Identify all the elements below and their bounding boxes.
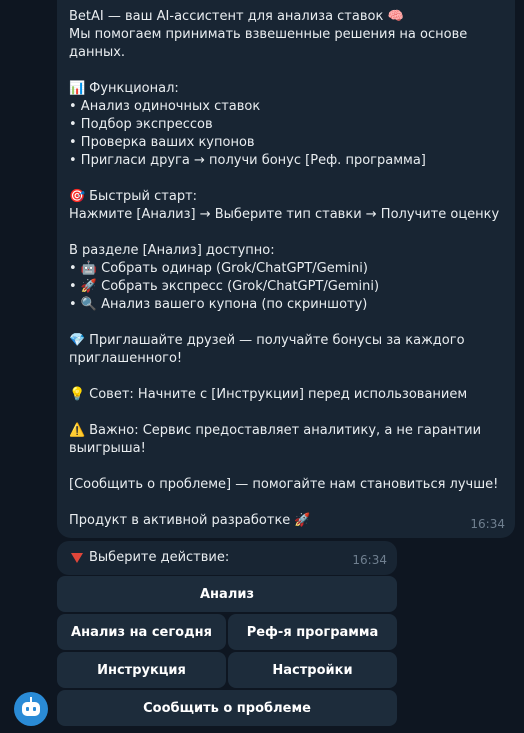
message-line-text: Совет: Начните с [Инструкции] перед испо… <box>89 387 468 402</box>
message-line-text: Мы помогаем принимать взвешенные решения… <box>69 27 468 42</box>
emoji-icon: 🎯 <box>69 189 86 204</box>
message-line: приглашенного! <box>69 350 503 368</box>
message-line: Мы помогаем принимать взвешенные решения… <box>69 26 503 44</box>
message-line-text: • 🚀 Собрать экспресс (Grok/ChatGPT/Gemin… <box>69 279 380 294</box>
message-line-text: Важно: Сервис предоставляет аналитику, а… <box>89 423 482 438</box>
message-line-text: В разделе [Анализ] доступно: <box>69 243 275 258</box>
message-line-text: Приглашайте друзей — получайте бонусы за… <box>89 333 465 348</box>
message-line: [Сообщить о проблеме] — помогайте нам ст… <box>69 476 503 494</box>
message-line: В разделе [Анализ] доступно: <box>69 242 503 260</box>
message-line: • 🤖 Собрать одинар (Grok/ChatGPT/Gemini) <box>69 260 503 278</box>
analysis-today-button[interactable]: Анализ на сегодня <box>57 614 226 650</box>
message-line-text: [Сообщить о проблеме] — помогайте нам ст… <box>69 477 499 492</box>
message-line: BetAI — ваш AI-ассистент для анализа ста… <box>69 8 503 26</box>
prompt-timestamp: 16:34 <box>352 553 387 567</box>
referral-program-button[interactable]: Реф-я программа <box>228 614 397 650</box>
message-line-text: • Пригласи друга → получи бонус [Реф. пр… <box>69 153 426 168</box>
instruction-button[interactable]: Инструкция <box>57 652 226 688</box>
message-line: ⚠️ Важно: Сервис предоставляет аналитику… <box>69 422 503 440</box>
message-line: • Проверка ваших купонов <box>69 134 503 152</box>
red-triangle-icon <box>71 552 83 563</box>
message-line: • 🚀 Собрать экспресс (Grok/ChatGPT/Gemin… <box>69 278 503 296</box>
analysis-button[interactable]: Анализ <box>57 576 397 612</box>
message-line-text: • 🔍 Анализ вашего купона (по скриншоту) <box>69 297 368 312</box>
message-line-text: данных. <box>69 45 126 60</box>
message-line-text: Функционал: <box>89 81 179 96</box>
message-timestamp: 16:34 <box>470 517 505 531</box>
emoji-icon: 💎 <box>69 333 86 348</box>
bot-message-bubble: BetAI — ваш AI-ассистент для анализа ста… <box>57 0 515 538</box>
message-line-text: • Анализ одиночных ставок <box>69 99 261 114</box>
message-line-text: • Подбор экспрессов <box>69 117 213 132</box>
message-line-text: выигрыша! <box>69 441 146 456</box>
message-line: 📊 Функционал: <box>69 80 503 98</box>
message-line: • Пригласи друга → получи бонус [Реф. пр… <box>69 152 503 170</box>
message-line: 💎 Приглашайте друзей — получайте бонусы … <box>69 332 503 350</box>
emoji-icon: ⚠️ <box>69 423 86 438</box>
message-line-text: Продукт в активной разработке 🚀 <box>69 513 311 528</box>
message-line: • 🔍 Анализ вашего купона (по скриншоту) <box>69 296 503 314</box>
message-line: Нажмите [Анализ] → Выберите тип ставки →… <box>69 206 503 224</box>
message-line-text: приглашенного! <box>69 351 183 366</box>
prompt-text: Выберите действие: <box>89 550 230 565</box>
message-line-text: Быстрый старт: <box>89 189 198 204</box>
emoji-icon: 💡 <box>69 387 86 402</box>
message-line: 🎯 Быстрый старт: <box>69 188 503 206</box>
message-line: • Подбор экспрессов <box>69 116 503 134</box>
message-line-text: • Проверка ваших купонов <box>69 135 255 150</box>
report-problem-button[interactable]: Сообщить о проблеме <box>57 690 397 726</box>
bot-avatar-icon[interactable] <box>14 692 48 726</box>
message-line: 💡 Совет: Начните с [Инструкции] перед ис… <box>69 386 503 404</box>
message-line: выигрыша! <box>69 440 503 458</box>
message-line-text: Нажмите [Анализ] → Выберите тип ставки →… <box>69 207 500 222</box>
message-line: Продукт в активной разработке 🚀 <box>69 512 503 530</box>
message-body: BetAI — ваш AI-ассистент для анализа ста… <box>69 8 503 530</box>
emoji-icon: 📊 <box>69 81 86 96</box>
prompt-message-bubble: Выберите действие: 16:34 <box>57 541 397 575</box>
message-line-text: • 🤖 Собрать одинар (Grok/ChatGPT/Gemini) <box>69 261 368 276</box>
message-line-text: BetAI — ваш AI-ассистент для анализа ста… <box>69 9 404 24</box>
message-line: • Анализ одиночных ставок <box>69 98 503 116</box>
message-line: данных. <box>69 44 503 62</box>
settings-button[interactable]: Настройки <box>228 652 397 688</box>
